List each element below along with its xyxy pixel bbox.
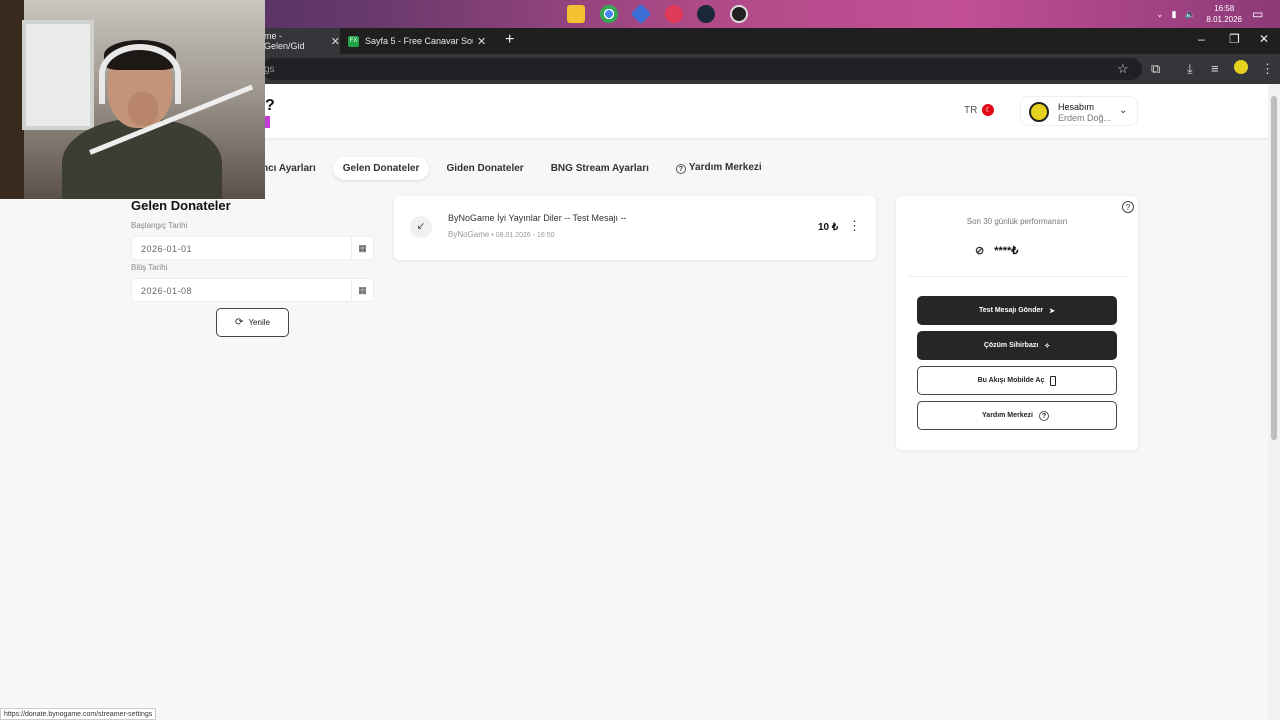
extensions-icon[interactable]: ⧉	[1151, 61, 1160, 77]
site-logo[interactable]: ?	[265, 98, 275, 134]
performance-panel: ? Son 30 günlük performansın ⊘ ****₺ Tes…	[896, 196, 1138, 450]
divider	[908, 276, 1126, 277]
refresh-button[interactable]: ⟳ Yenile	[216, 308, 289, 337]
page-title: Gelen Donateler	[131, 198, 231, 213]
open-mobile-label: Bu Akışı Mobilde Aç	[977, 377, 1045, 384]
close-window-button[interactable]: ✕	[1259, 32, 1269, 46]
send-test-message-button[interactable]: Test Mesajı Gönder ➤	[917, 296, 1117, 325]
system-tray[interactable]: ⌄ ▮ 🔈	[1156, 0, 1196, 28]
refresh-icon: ⟳	[235, 317, 244, 328]
language-code: TR	[964, 104, 978, 116]
usb-icon[interactable]: ▮	[1172, 9, 1177, 20]
tab-title: Sayfa 5 - Free Canavar Sound Ef	[365, 36, 473, 46]
system-clock[interactable]: 16:58 8.01.2026	[1206, 3, 1242, 25]
minimize-button[interactable]: –	[1198, 32, 1205, 46]
new-tab-button[interactable]: +	[505, 31, 514, 49]
browser-tab-active[interactable]: me - Gelen/Gid ✕	[262, 28, 340, 54]
settings-tabs: ncı Ayarları Gelen Donateler Giden Donat…	[252, 156, 779, 180]
chevron-down-icon: ⌄	[1119, 105, 1128, 116]
account-menu[interactable]: Hesabım Erdem Doğ... ⌄	[1020, 96, 1138, 126]
end-date-value: 2026-01-08	[141, 286, 193, 296]
webcam-overlay	[0, 0, 265, 199]
donation-message: ByNoGame İyi Yayınlar Diler -- Test Mesa…	[448, 213, 627, 223]
donation-meta: ByNoGame • 08.01.2026 - 16:50	[448, 230, 555, 239]
wand-icon: ✧	[1044, 342, 1051, 350]
solution-wizard-button[interactable]: Çözüm Sihirbazı ✧	[917, 331, 1117, 360]
start-date-value: 2026-01-01	[141, 244, 193, 254]
scrollbar-thumb[interactable]	[1271, 96, 1277, 440]
steam-icon[interactable]	[697, 5, 715, 23]
address-bar[interactable]: gs	[262, 58, 1142, 80]
profile-avatar-icon[interactable]	[1234, 60, 1248, 74]
solution-wizard-label: Çözüm Sihirbazı	[983, 342, 1039, 349]
chevron-up-icon[interactable]: ⌄	[1156, 9, 1164, 20]
more-options-icon[interactable]: ⋮	[848, 218, 861, 234]
tab-outgoing-donations[interactable]: Giden Donateler	[436, 157, 533, 180]
send-icon: ➤	[1049, 307, 1055, 315]
download-icon[interactable]: ⤓	[1187, 61, 1193, 77]
close-icon[interactable]: ✕	[331, 35, 340, 48]
donation-card[interactable]: ↙ ByNoGame İyi Yayınlar Diler -- Test Me…	[394, 196, 876, 260]
vpn-icon[interactable]	[630, 3, 652, 25]
help-center-button[interactable]: Yardım Merkezi ?	[917, 401, 1117, 430]
end-date-label: Bitiş Tarihi	[131, 263, 168, 272]
refresh-label: Yenile	[248, 318, 270, 327]
open-on-mobile-button[interactable]: Bu Akışı Mobilde Aç	[917, 366, 1117, 395]
send-test-label: Test Mesajı Gönder	[979, 307, 1044, 314]
incoming-arrow-icon: ↙	[410, 216, 432, 238]
end-date-field[interactable]: 2026-01-08 ▦	[131, 278, 374, 302]
avatar	[1029, 102, 1049, 122]
notifications-icon[interactable]: ▭	[1252, 0, 1263, 28]
tab-incoming-donations[interactable]: Gelen Donateler	[332, 156, 430, 180]
scrollbar[interactable]	[1268, 84, 1280, 720]
tab-title: me - Gelen/Gid	[264, 31, 305, 51]
donation-sender: ByNoGame	[448, 230, 490, 239]
performance-value: ****₺	[994, 245, 1019, 257]
calendar-icon[interactable]: ▦	[351, 279, 373, 301]
performance-value-row: ⊘ ****₺	[975, 244, 1018, 257]
tab-help-label: Yardım Merkezi	[688, 162, 762, 173]
turkey-flag-icon: ☾	[982, 104, 995, 116]
tab-bng-stream-settings[interactable]: BNG Stream Ayarları	[541, 157, 659, 180]
browser-menu-icon[interactable]: ⋮	[1261, 61, 1274, 77]
help-circle-icon[interactable]: ?	[1122, 201, 1134, 213]
obs-icon[interactable]	[730, 5, 748, 23]
start-date-label: Başlangıç Tarihi	[131, 221, 188, 230]
address-text: gs	[264, 64, 275, 75]
media-icon[interactable]: ≡	[1211, 61, 1219, 76]
help-circle-icon: ?	[1038, 410, 1049, 421]
account-name: Erdem Doğ...	[1058, 113, 1112, 123]
calendar-icon[interactable]: ▦	[351, 237, 373, 259]
file-explorer-icon[interactable]	[567, 5, 585, 23]
opera-gx-icon[interactable]	[665, 5, 683, 23]
start-date-field[interactable]: 2026-01-01 ▦	[131, 236, 374, 260]
close-icon[interactable]: ✕	[477, 35, 486, 48]
restore-button[interactable]: ❐	[1229, 32, 1240, 46]
mobile-icon	[1050, 375, 1057, 386]
favicon-icon: FX	[348, 35, 359, 47]
tab-help-center[interactable]: ? Yardım Merkezi	[666, 156, 772, 180]
chrome-icon[interactable]	[600, 5, 618, 23]
donation-amount: 10 ₺	[818, 222, 839, 233]
status-url-tooltip: https://donate.bynogame.com/streamer-set…	[0, 708, 157, 720]
bookmark-star-icon[interactable]: ☆	[1117, 61, 1129, 77]
performance-label: Son 30 günlük performansın	[966, 217, 1068, 226]
help-circle-icon: ?	[675, 164, 686, 174]
clock-date: 8.01.2026	[1206, 15, 1242, 24]
language-selector[interactable]: TR ☾	[964, 104, 995, 116]
volume-icon[interactable]: 🔈	[1185, 9, 1196, 20]
eye-off-icon[interactable]: ⊘	[975, 244, 984, 257]
clock-time: 16:58	[1214, 4, 1235, 13]
help-center-label: Yardım Merkezi	[982, 412, 1033, 419]
account-title: Hesabım	[1058, 102, 1095, 112]
browser-tab[interactable]: FX Sayfa 5 - Free Canavar Sound Ef ✕	[348, 28, 498, 54]
donation-datetime: 08.01.2026 - 16:50	[495, 232, 555, 239]
